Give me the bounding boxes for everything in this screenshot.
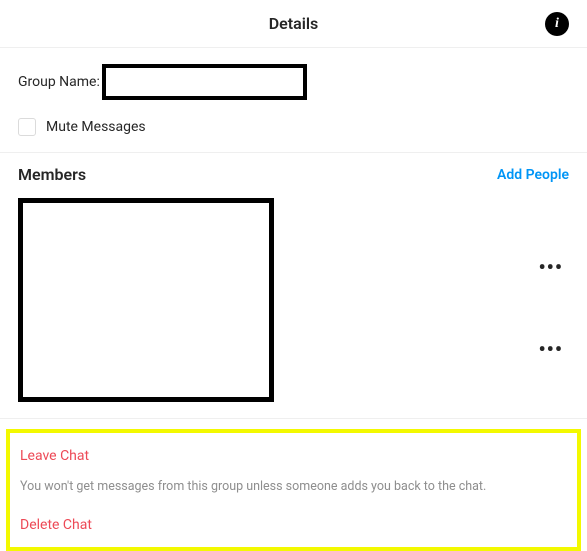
member-options-icon[interactable]: •••: [538, 339, 563, 359]
members-body: ••• •••: [18, 198, 569, 402]
leave-chat-note: You won't get messages from this group u…: [20, 478, 567, 496]
details-header: Details i: [0, 0, 587, 48]
leave-chat-button[interactable]: Leave Chat: [20, 448, 89, 464]
page-title: Details: [269, 14, 319, 33]
members-list-placeholder: [18, 198, 274, 402]
members-title: Members: [18, 165, 86, 184]
members-section: Members Add People ••• •••: [0, 153, 587, 419]
members-header: Members Add People: [18, 165, 569, 184]
group-settings-section: Group Name: Mute Messages: [0, 48, 587, 153]
danger-zone: Leave Chat You won't get messages from t…: [6, 429, 581, 551]
member-options-icon[interactable]: •••: [538, 257, 563, 277]
mute-messages-checkbox[interactable]: [18, 118, 36, 136]
group-name-input[interactable]: [102, 64, 307, 100]
info-icon[interactable]: i: [545, 12, 569, 36]
group-name-label: Group Name:: [18, 74, 100, 90]
mute-messages-label[interactable]: Mute Messages: [46, 119, 146, 135]
delete-chat-button[interactable]: Delete Chat: [20, 517, 92, 533]
add-people-button[interactable]: Add People: [497, 167, 569, 183]
mute-messages-row: Mute Messages: [18, 118, 569, 136]
members-actions-column: ••• •••: [274, 198, 569, 402]
group-name-row: Group Name:: [18, 64, 569, 100]
